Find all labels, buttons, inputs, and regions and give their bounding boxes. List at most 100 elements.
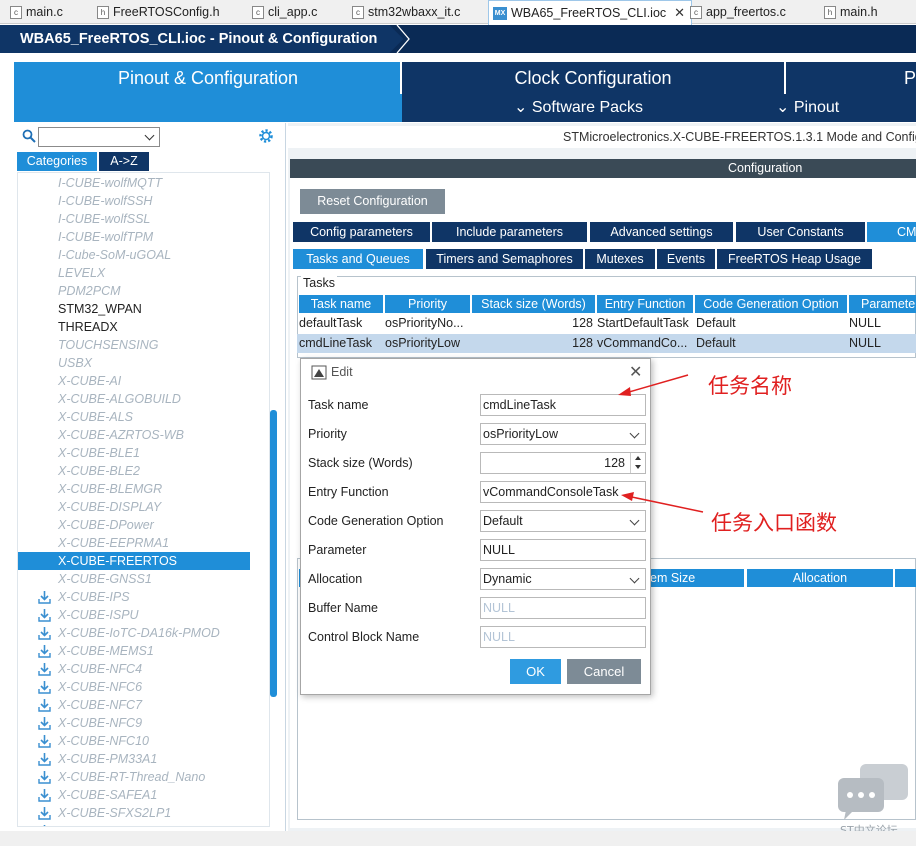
list-item[interactable]: PDM2PCM — [18, 282, 250, 300]
list-item[interactable]: USBX — [18, 354, 250, 372]
pinout-menu[interactable]: ⌄ Pinout — [776, 94, 839, 122]
list-item[interactable]: X-CUBE-AI — [18, 372, 250, 390]
stack-size-spinner[interactable]: 128 — [480, 452, 646, 474]
spinner-up-icon[interactable] — [635, 456, 641, 460]
spinner-buttons[interactable] — [630, 453, 645, 473]
list-item-selected[interactable]: X-CUBE-FREERTOS — [18, 552, 250, 570]
tab-clock-configuration[interactable]: Clock Configuration — [402, 62, 784, 94]
list-item[interactable]: X-CUBE-IPS — [18, 588, 250, 606]
software-packs-menu[interactable]: ⌄ Software Packs — [514, 94, 643, 122]
column-header[interactable] — [895, 569, 916, 587]
tab-events[interactable]: Events — [657, 249, 715, 269]
list-item[interactable]: TOUCHSENSING — [18, 336, 250, 354]
tab-pinout-configuration[interactable]: Pinout & Configuration — [14, 62, 402, 94]
table-cell[interactable]: vCommandCo... — [595, 334, 694, 353]
reset-configuration-button[interactable]: Reset Configuration — [300, 189, 445, 214]
list-item[interactable]: X-CUBE-SAFEA1 — [18, 786, 250, 804]
list-item[interactable]: I-CUBE-wolfSSH — [18, 192, 250, 210]
control-block-name-input[interactable]: NULL — [480, 626, 646, 648]
table-cell[interactable]: Default — [694, 334, 846, 353]
table-cell[interactable]: osPriorityLow — [383, 334, 470, 353]
list-scrollbar[interactable] — [270, 410, 277, 697]
list-item[interactable]: X-CUBE-BLE1 — [18, 444, 250, 462]
page-title[interactable]: WBA65_FreeRTOS_CLI.ioc - Pinout & Config… — [0, 25, 403, 53]
file-tab-cli-app-c[interactable]: c cli_app.c — [252, 0, 317, 24]
list-item[interactable]: X-CUBE-DPower — [18, 516, 250, 534]
list-item[interactable]: X-CUBE-ISPU — [18, 606, 250, 624]
tab-cmsis[interactable]: CMSIS — [867, 222, 916, 242]
list-item[interactable]: X-CUBE-BLEMGR — [18, 480, 250, 498]
spinner-down-icon[interactable] — [635, 465, 641, 469]
file-tab-freertosconfig-h[interactable]: h FreeRTOSConfig.h — [97, 0, 220, 24]
table-cell[interactable]: StartDefaultTask — [595, 314, 694, 333]
column-header-priority[interactable]: Priority — [385, 295, 470, 313]
list-item[interactable]: X-CUBE-BLE2 — [18, 462, 250, 480]
close-icon[interactable]: ✕ — [674, 5, 685, 21]
list-item[interactable]: X-CUBE-GNSS1 — [18, 570, 250, 588]
column-header-stack-size[interactable]: Stack size (Words) — [472, 295, 595, 313]
gear-icon[interactable] — [257, 127, 275, 145]
cancel-button[interactable]: Cancel — [567, 659, 641, 684]
table-cell[interactable]: NULL — [847, 314, 916, 333]
table-cell[interactable]: 128 — [470, 334, 595, 353]
list-item[interactable]: X-CUBE-NFC9 — [18, 714, 250, 732]
column-header-allocation[interactable]: Allocation — [747, 569, 893, 587]
search-combo[interactable] — [38, 127, 160, 147]
column-header-task-name[interactable]: Task name — [299, 295, 383, 313]
list-item[interactable]: I-CUBE-wolfMQTT — [18, 174, 250, 192]
list-item[interactable]: X-CUBE-RT-Thread_Nano — [18, 768, 250, 786]
list-item[interactable]: X-CUBE-NFC4 — [18, 660, 250, 678]
file-tab-stm32wbaxx-it-c[interactable]: c stm32wbaxx_it.c — [352, 0, 460, 24]
file-tab-app-freertos-c[interactable]: c app_freertos.c — [690, 0, 786, 24]
priority-select[interactable]: osPriorityLow — [480, 423, 646, 445]
search-icon[interactable] — [22, 129, 36, 143]
tab-include-parameters[interactable]: Include parameters — [432, 222, 587, 242]
tab-timers-and-semaphores[interactable]: Timers and Semaphores — [426, 249, 583, 269]
column-header-parameter[interactable]: Parameter — [849, 295, 916, 313]
column-header-entry-function[interactable]: Entry Function — [597, 295, 693, 313]
ok-button[interactable]: OK — [510, 659, 561, 684]
list-item[interactable]: X-CUBE-NFC7 — [18, 696, 250, 714]
table-cell[interactable]: NULL — [847, 334, 916, 353]
tab-user-constants[interactable]: User Constants — [736, 222, 865, 242]
file-tab-main-c[interactable]: c main.c — [10, 0, 63, 24]
list-item[interactable]: X-CUBE-PM33A1 — [18, 750, 250, 768]
list-item[interactable]: I-Cube-SoM-uGOAL — [18, 246, 250, 264]
list-item[interactable]: X-CUBE-NFC6 — [18, 678, 250, 696]
software-pack-list[interactable]: I-CUBE-wolfMQTT I-CUBE-wolfSSH I-CUBE-wolf… — [17, 172, 270, 827]
list-item[interactable]: X-CUBE-ALGOBUILD — [18, 390, 250, 408]
tab-config-parameters[interactable]: Config parameters — [293, 222, 430, 242]
list-item[interactable]: I-CUBE-wolfTPM — [18, 228, 250, 246]
file-tab-main-h[interactable]: h main.h — [824, 0, 878, 24]
tab-mutexes[interactable]: Mutexes — [585, 249, 655, 269]
edit-task-dialog[interactable]: Edit ✕ Task name cmdLineTask Priority os… — [300, 358, 651, 695]
table-cell[interactable]: 128 — [470, 314, 595, 333]
list-item[interactable]: STM32_WPAN — [18, 300, 250, 318]
parameter-input[interactable]: NULL — [480, 539, 646, 561]
file-tab-ioc-active[interactable]: MX WBA65_FreeRTOS_CLI.ioc ✕ — [488, 0, 693, 25]
tab-advanced-settings[interactable]: Advanced settings — [590, 222, 733, 242]
buffer-name-input[interactable]: NULL — [480, 597, 646, 619]
list-item[interactable]: X-CUBE-EEPRMA1 — [18, 534, 250, 552]
list-item[interactable]: THREADX — [18, 318, 250, 336]
tab-a-z[interactable]: A->Z — [99, 152, 149, 171]
tab-tasks-and-queues[interactable]: Tasks and Queues — [293, 249, 423, 269]
list-item[interactable]: X-CUBE-NFC10 — [18, 732, 250, 750]
list-item[interactable]: X-CUBE-SMBUS — [18, 822, 250, 826]
allocation-select[interactable]: Dynamic — [480, 568, 646, 590]
list-item[interactable]: X-CUBE-SFXS2LP1 — [18, 804, 250, 822]
tab-freertos-heap-usage[interactable]: FreeRTOS Heap Usage — [717, 249, 872, 269]
tab-project-manager[interactable]: P — [786, 62, 916, 94]
tab-categories[interactable]: Categories — [17, 152, 97, 171]
table-cell[interactable]: osPriorityNo... — [383, 314, 470, 333]
list-item[interactable]: LEVELX — [18, 264, 250, 282]
table-cell[interactable]: cmdLineTask — [297, 334, 383, 353]
table-cell[interactable]: defaultTask — [297, 314, 383, 333]
list-item[interactable]: X-CUBE-ALS — [18, 408, 250, 426]
list-item[interactable]: I-CUBE-wolfSSL — [18, 210, 250, 228]
list-item[interactable]: X-CUBE-IoTC-DA16k-PMOD — [18, 624, 250, 642]
table-cell[interactable]: Default — [694, 314, 846, 333]
list-item[interactable]: X-CUBE-MEMS1 — [18, 642, 250, 660]
list-item[interactable]: X-CUBE-AZRTOS-WB — [18, 426, 250, 444]
column-header-code-generation-option[interactable]: Code Generation Option — [695, 295, 847, 313]
